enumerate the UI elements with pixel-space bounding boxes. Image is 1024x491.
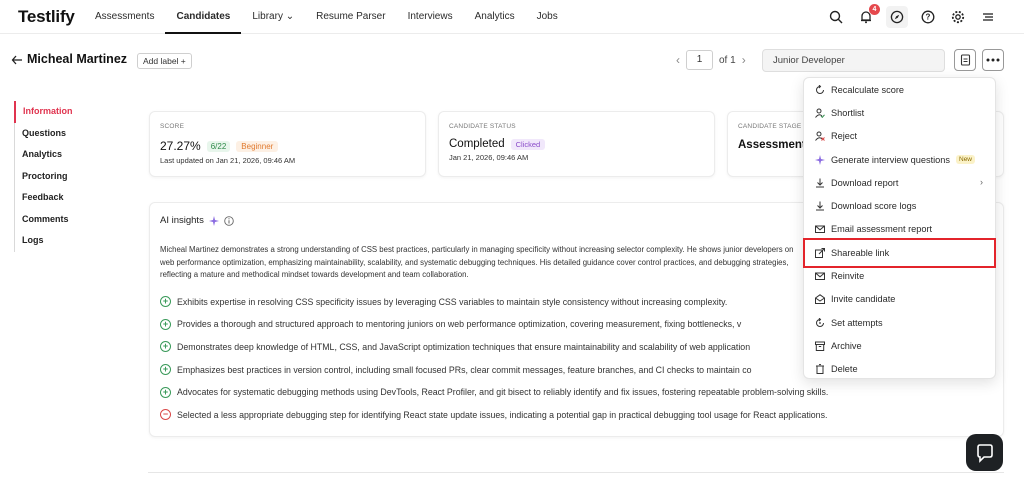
score-updated: Last updated on Jan 21, 2026, 09:46 AM — [160, 156, 296, 165]
status-tag: Clicked — [510, 138, 546, 150]
user-check-icon — [815, 108, 825, 118]
menu-set-attempts[interactable]: Set attempts — [804, 311, 995, 334]
search-icon[interactable] — [826, 7, 846, 27]
top-navigation: Testlify Assessments Candidates Library … — [0, 0, 1024, 34]
invite-icon — [815, 294, 825, 305]
nav-icon-bar: 4 ? — [826, 4, 998, 28]
user-x-icon — [815, 131, 825, 142]
sidenav-proctoring[interactable]: Proctoring — [15, 166, 73, 188]
notification-badge: 4 — [869, 4, 880, 15]
more-options-menu: Recalculate score Shortlist Reject Gener… — [803, 77, 996, 379]
new-badge: New — [956, 155, 976, 165]
nav-resume-parser[interactable]: Resume Parser — [305, 0, 396, 34]
nav-candidates[interactable]: Candidates — [165, 0, 242, 34]
recalculate-icon — [815, 84, 825, 95]
report-button[interactable] — [954, 49, 976, 71]
support-chat-button[interactable] — [966, 434, 1003, 471]
sidenav-information[interactable]: Information — [14, 101, 73, 123]
document-icon — [960, 54, 970, 66]
sidenav-comments[interactable]: Comments — [15, 209, 73, 231]
sidenav-feedback[interactable]: Feedback — [15, 187, 73, 209]
menu-recalculate-score[interactable]: Recalculate score — [804, 78, 995, 101]
menu-shortlist[interactable]: Shortlist — [804, 101, 995, 124]
plus-circle-icon: + — [160, 318, 171, 330]
status-label: CANDIDATE STATUS — [449, 123, 516, 130]
nav-interviews[interactable]: Interviews — [397, 0, 464, 34]
nav-analytics[interactable]: Analytics — [464, 0, 526, 34]
sidenav-questions[interactable]: Questions — [15, 123, 73, 145]
archive-icon — [815, 341, 825, 351]
ai-summary: Micheal Martinez demonstrates a strong u… — [160, 245, 794, 279]
insight-item: − Selected a less appropriate debugging s… — [160, 403, 993, 426]
score-level-badge: Beginner — [236, 140, 279, 152]
candidate-header: Micheal Martinez Add label + ‹ 1 of 1 › … — [0, 44, 1024, 76]
score-value: 27.27% — [160, 139, 201, 153]
help-icon[interactable]: ? — [918, 7, 938, 27]
plus-circle-icon: + — [160, 296, 171, 308]
attempts-icon — [815, 317, 825, 328]
more-dots-icon — [986, 58, 1000, 62]
compass-icon[interactable] — [886, 6, 908, 28]
bell-icon[interactable]: 4 — [856, 4, 880, 27]
sparkle-icon — [208, 215, 219, 226]
more-options-button[interactable] — [982, 49, 1004, 71]
chat-bubble-icon — [976, 443, 993, 463]
menu-download-score-logs[interactable]: Download score logs — [804, 194, 995, 217]
menu-lines-icon[interactable] — [978, 7, 998, 27]
gear-icon[interactable] — [948, 7, 968, 27]
download-icon — [815, 201, 825, 211]
nav-assessments[interactable]: Assessments — [84, 0, 165, 34]
svg-text:?: ? — [926, 13, 931, 22]
score-card: SCORE 27.27% 6/22 Beginner Last updated … — [149, 111, 426, 177]
menu-email-assessment-report[interactable]: Email assessment report — [804, 218, 995, 241]
menu-delete[interactable]: Delete — [804, 358, 995, 381]
plus-circle-icon: + — [160, 386, 171, 398]
menu-archive[interactable]: Archive — [804, 334, 995, 357]
score-label: SCORE — [160, 123, 185, 130]
candidate-name: Micheal Martinez — [27, 52, 128, 66]
share-icon — [815, 247, 825, 258]
back-arrow-icon[interactable] — [11, 53, 23, 65]
candidate-sidenav: Information Questions Analytics Proctori… — [14, 101, 73, 252]
page-input[interactable]: 1 — [686, 50, 713, 70]
sidenav-analytics[interactable]: Analytics — [15, 144, 73, 166]
trash-icon — [815, 364, 825, 375]
menu-invite-candidate[interactable]: Invite candidate — [804, 288, 995, 311]
score-fraction-badge: 6/22 — [206, 140, 231, 152]
prev-chevron-icon[interactable]: ‹ — [676, 53, 680, 67]
nav-library[interactable]: Library ⌄ — [241, 0, 305, 34]
next-chevron-icon[interactable]: › — [742, 53, 746, 67]
download-icon — [815, 178, 825, 188]
chevron-right-icon: › — [980, 177, 983, 188]
minus-circle-icon: − — [160, 409, 171, 421]
reinvite-icon — [815, 271, 825, 281]
main-nav: Assessments Candidates Library ⌄ Resume … — [84, 0, 569, 34]
insight-item: + Advocates for systematic debugging meth… — [160, 381, 993, 404]
menu-generate-interview-questions[interactable]: Generate interview questions New — [804, 148, 995, 171]
mail-icon — [815, 224, 825, 234]
plus-circle-icon: + — [160, 341, 171, 353]
status-value: Completed — [449, 138, 505, 150]
menu-download-report[interactable]: Download report › — [804, 171, 995, 194]
bottom-divider — [148, 472, 1004, 473]
menu-shareable-link[interactable]: Shareable link — [804, 241, 995, 264]
menu-reinvite[interactable]: Reinvite — [804, 264, 995, 287]
ai-insights-title: AI insights — [160, 215, 204, 226]
sparkle-icon — [815, 154, 825, 165]
status-date: Jan 21, 2026, 09:46 AM — [449, 153, 529, 162]
plus-circle-icon: + — [160, 364, 171, 376]
brand-logo[interactable]: Testlify — [18, 7, 75, 27]
nav-jobs[interactable]: Jobs — [526, 0, 569, 34]
page-total: of 1 — [719, 54, 736, 66]
candidate-pager: ‹ 1 of 1 › — [676, 50, 746, 70]
status-card: CANDIDATE STATUS Completed Clicked Jan 2… — [438, 111, 715, 177]
menu-reject[interactable]: Reject — [804, 125, 995, 148]
sidenav-logs[interactable]: Logs — [15, 230, 73, 252]
role-select[interactable]: Junior Developer — [762, 49, 945, 72]
info-icon[interactable] — [224, 215, 234, 226]
add-label-button[interactable]: Add label + — [137, 53, 192, 69]
